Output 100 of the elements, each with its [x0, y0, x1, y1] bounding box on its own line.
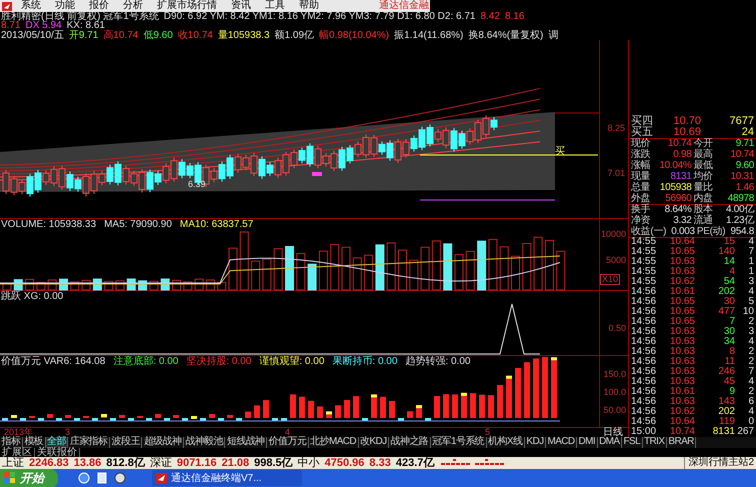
volume-bar: [251, 260, 260, 290]
indicator-text: 量105938.3: [218, 30, 270, 40]
tick-count: 7: [747, 246, 754, 257]
indicator-tab[interactable]: DMA: [598, 436, 622, 448]
taskbar-window-button[interactable]: 通达信金融终端V7...: [152, 470, 302, 486]
value-bar: [2, 418, 8, 421]
indicator-value: 价值万元 VAR6: 164.08: [1, 356, 106, 367]
volume-bar: [443, 243, 452, 290]
axis-label: 8.25: [607, 122, 625, 135]
indicator-tab[interactable]: 短线战神: [225, 436, 268, 448]
tick-time: 14:56: [631, 356, 658, 367]
indicator-text: 8.16: [504, 12, 524, 22]
quote-label: 总量: [631, 182, 650, 193]
quote-label: 涨跌: [631, 148, 650, 160]
indicator-tab[interactable]: 超级战神: [142, 436, 184, 448]
indicator-value: 注意底部: 0.00: [113, 356, 178, 367]
quote-label: 股本: [692, 204, 713, 216]
tick-price: 10.65: [668, 246, 695, 257]
indicator-tab[interactable]: 庄家指标: [68, 436, 110, 448]
value-bar: [443, 394, 449, 418]
index-change: 21.08: [222, 456, 250, 469]
tick-count: 4: [747, 376, 754, 387]
tick-time: 14:56: [631, 366, 658, 377]
volume-bar: [48, 279, 57, 290]
value-bar: [506, 376, 512, 418]
menu-item[interactable]: 分析: [116, 0, 150, 12]
volume-bar: [25, 278, 34, 290]
date-label: 3: [65, 428, 70, 437]
volume-bar: [352, 257, 362, 290]
indicator-tab[interactable]: 改KDJ: [358, 436, 390, 448]
tick-volume: 246: [717, 366, 735, 377]
tick-time: 14:56: [631, 306, 658, 317]
menu-item[interactable]: 报价: [82, 0, 116, 12]
menu-item[interactable]: 功能: [48, 0, 82, 12]
value-bar: [146, 418, 152, 421]
volume-bar: [386, 242, 396, 290]
value-bar: [488, 394, 494, 418]
volume-bar: [262, 258, 272, 290]
tick-time: 14:56: [631, 376, 658, 387]
indicator-tab[interactable]: 指标: [0, 436, 23, 448]
value-bar: [389, 400, 395, 418]
indicator-tab[interactable]: 全部: [46, 436, 68, 448]
tick-volume: 30: [722, 326, 735, 337]
value-bar: [461, 392, 467, 418]
volume-bar: [342, 246, 350, 290]
indicator-tab[interactable]: BRAR: [666, 436, 696, 448]
value-bar: [515, 368, 521, 418]
value-bar: [524, 362, 530, 418]
indicator-text: D90: 6.92 YM: 8.42 YM1: 8.16 YM2: 7.96 YM3: 7.79 D1: 6.80 D2: 6.71: [164, 12, 476, 22]
indicator-value: 跳跃 XG: 0.00: [1, 292, 64, 302]
value-bar: [299, 396, 305, 418]
tick-time: 14:55: [631, 276, 658, 287]
indicator-tab[interactable]: FSL: [622, 436, 643, 448]
quote-value: 8131: [669, 170, 692, 182]
menu-item[interactable]: 帮助: [292, 0, 326, 12]
tick-time: 14:55: [631, 266, 658, 277]
menu-item[interactable]: 资讯: [224, 0, 258, 12]
index-name: 深证: [150, 456, 172, 469]
indicator-tab[interactable]: 战神之路: [389, 436, 431, 448]
indicator-tab[interactable]: 战神毅池: [184, 436, 226, 448]
volume-bar: [522, 242, 532, 290]
value-bar: [425, 418, 431, 421]
index-amount: 812.8亿: [106, 456, 145, 469]
quote-label: 均价: [692, 170, 713, 182]
indicator-value: 坚决持股: 0.00: [186, 356, 252, 367]
logo-icon: [2, 2, 12, 10]
indicator-tab[interactable]: TRIX: [642, 436, 667, 448]
tick-volume: 8: [728, 346, 735, 357]
indicator-tab[interactable]: 波段王: [110, 436, 142, 448]
quote-value: 56960: [664, 192, 692, 204]
tick-price: 10.74: [668, 426, 695, 437]
quote-label: 最高: [692, 148, 713, 160]
tick-volume: 54: [722, 276, 735, 287]
start-button[interactable]: 开始: [0, 468, 58, 487]
tick-count: 5: [747, 296, 754, 307]
tick-count: 4: [747, 237, 754, 248]
volume-bar: [70, 281, 80, 290]
tick-volume: 9: [728, 386, 735, 397]
indicator-text: 8.42: [480, 12, 500, 22]
indicator-tab[interactable]: 冠军1号系统: [430, 436, 487, 448]
date-label: 4: [285, 428, 290, 437]
tick-count: 10: [742, 306, 754, 317]
menu-item[interactable]: 工具: [258, 0, 292, 12]
bid-volume: 24: [740, 126, 754, 138]
activity-marks-icon: [441, 458, 506, 467]
tick-time: 14:56: [631, 406, 658, 417]
indicator-tab[interactable]: 机构X线: [486, 436, 525, 448]
indicator-tab[interactable]: MACD: [546, 436, 578, 448]
tick-count: 6: [747, 396, 754, 407]
indicator-tab[interactable]: KDJ: [524, 436, 546, 448]
quote-value: 954.8: [729, 226, 754, 237]
tick-price: 10.63: [668, 346, 695, 357]
axis-label: 0.50: [608, 324, 626, 333]
indicator-tab[interactable]: 价值万元: [267, 436, 309, 448]
indicator-tab[interactable]: 北抄MACD: [308, 436, 359, 448]
bid-price: 10.69: [672, 126, 701, 138]
quote-value: 4.00亿: [725, 204, 754, 216]
windows-logo-icon: [4, 472, 16, 484]
indicator-tab[interactable]: DMI: [577, 436, 598, 448]
value-bar: [452, 394, 458, 418]
